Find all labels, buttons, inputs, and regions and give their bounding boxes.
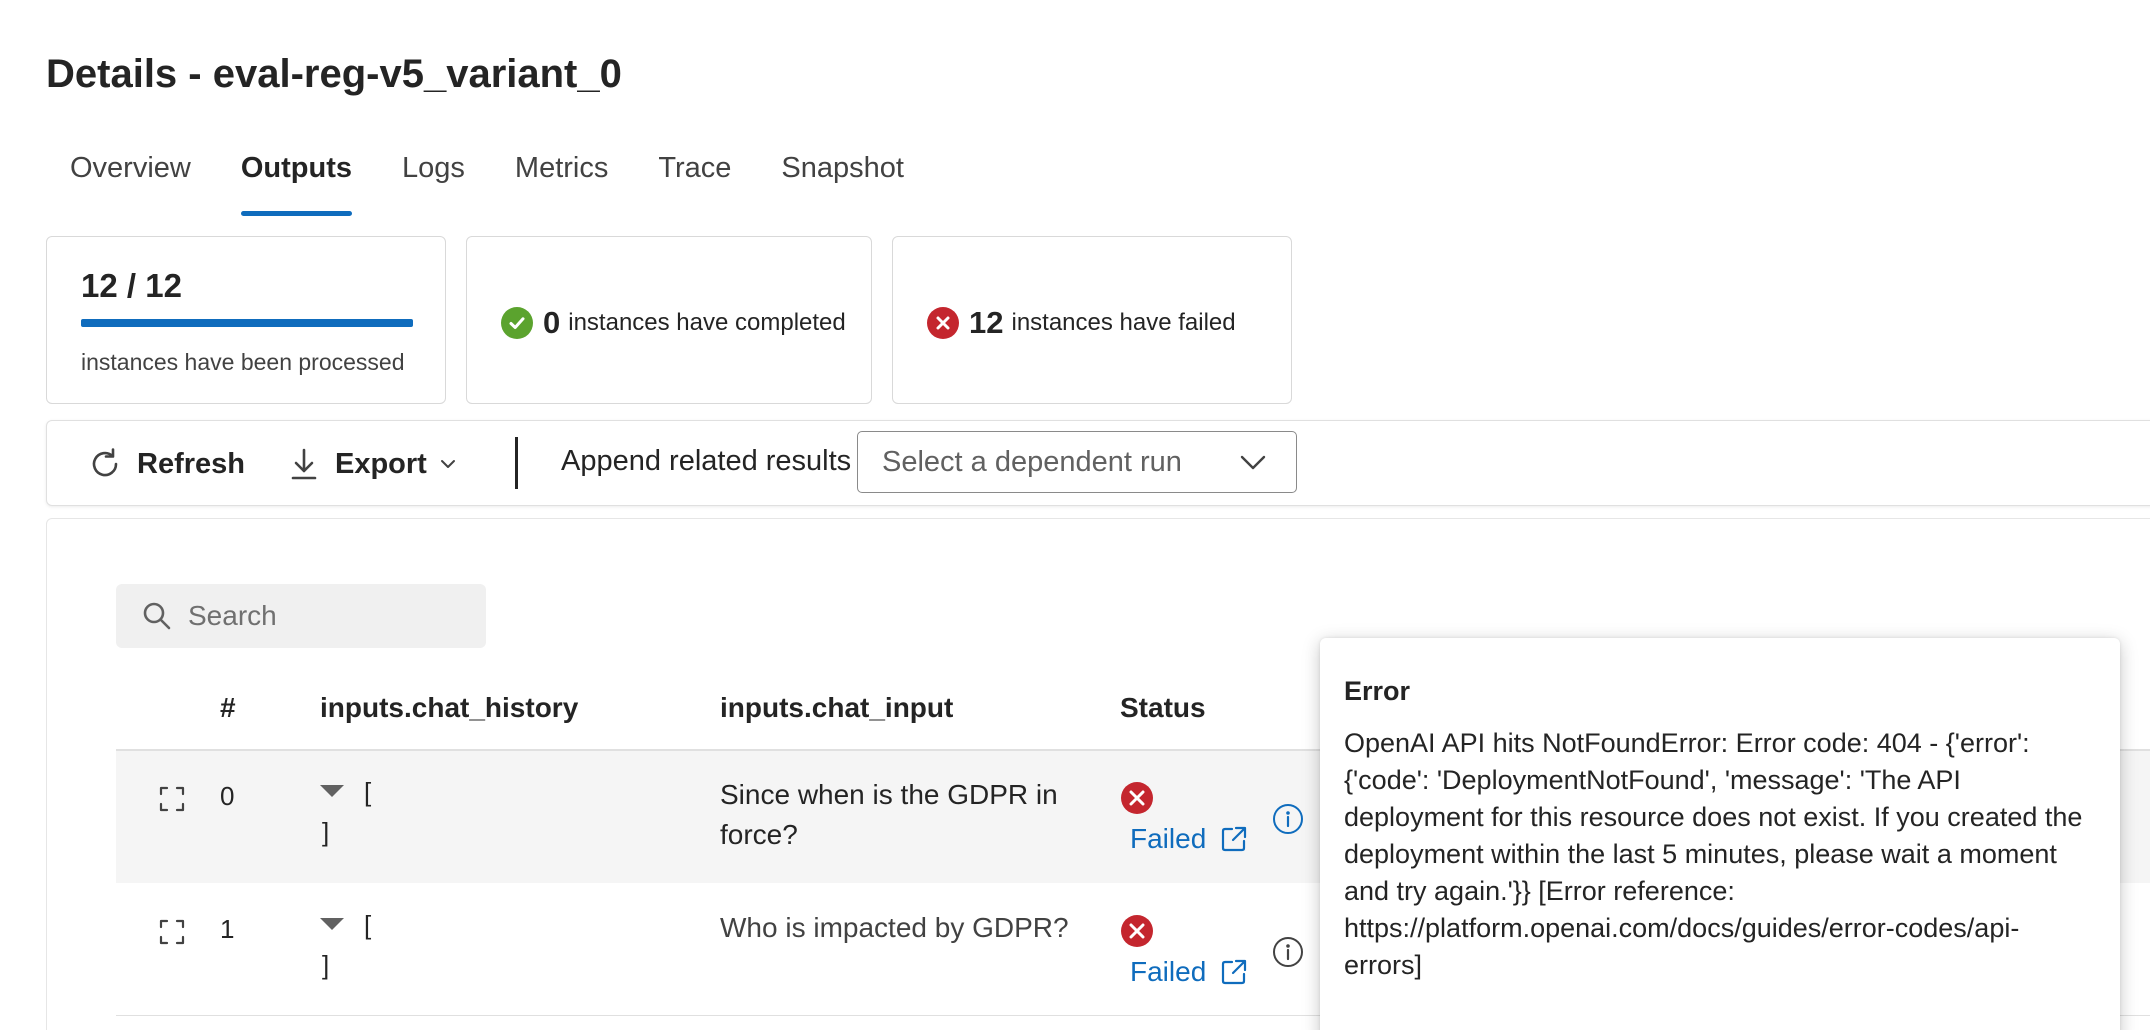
completed-label: instances have completed [568,309,846,336]
tab-snapshot[interactable]: Snapshot [781,152,904,216]
column-header-chat-history[interactable]: inputs.chat_history [320,692,578,724]
row-index: 1 [220,914,235,944]
tab-logs[interactable]: Logs [402,152,465,216]
download-icon [291,448,317,480]
tooltip-body: OpenAI API hits NotFoundError: Error cod… [1344,728,2083,980]
completed-count: 0 [543,305,561,340]
refresh-button[interactable]: Refresh [87,421,245,507]
column-header-index[interactable]: # [220,692,236,724]
chat-input-cell: Since when is the GDPR in force? [720,779,1058,850]
failed-link[interactable]: Failed [1130,823,1248,855]
tab-outputs[interactable]: Outputs [240,152,353,216]
chat-history-open: [ [364,910,372,940]
chat-history-close: ] [322,950,330,980]
processed-progress-bar [81,319,413,327]
open-external-icon [1222,826,1247,852]
tab-bar: Overview Outputs Logs Metrics Trace Snap… [70,152,954,216]
refresh-icon [92,448,118,477]
append-related-results-label: Append related results [561,445,852,477]
page-title: Details - eval-reg-v5_variant_0 [46,52,622,96]
search-input[interactable] [188,600,468,632]
status-label: Failed [1130,956,1207,987]
toolbar-divider [515,437,518,489]
expand-icon[interactable] [158,918,186,946]
failed-card: 12 instances have failed [892,236,1292,404]
caret-down-icon[interactable] [320,785,344,797]
column-header-chat-input[interactable]: inputs.chat_input [720,692,953,724]
failed-link[interactable]: Failed [1130,956,1248,988]
chevron-down-icon [440,460,455,468]
info-icon[interactable] [1272,936,1304,968]
processed-label: instances have been processed [81,349,405,375]
dependent-run-placeholder: Select a dependent run [882,445,1182,478]
processed-count: 12 / 12 [81,267,182,304]
expand-icon[interactable] [158,785,186,813]
processed-card: 12 / 12 instances have been processed [46,236,446,404]
tab-metrics[interactable]: Metrics [515,152,608,216]
chat-history-open: [ [364,777,372,807]
search-icon [143,602,171,630]
success-icon [501,307,533,339]
export-button[interactable]: Export [287,421,473,507]
chat-input-cell: Who is impacted by GDPR? [720,912,1069,943]
export-label: Export [335,447,427,480]
info-icon[interactable] [1272,803,1304,835]
column-header-status[interactable]: Status [1120,692,1206,724]
failed-label: instances have failed [1011,309,1236,336]
refresh-label: Refresh [137,447,245,480]
error-icon [1121,782,1153,814]
failed-count: 12 [969,305,1004,340]
chevron-down-icon [1240,455,1266,470]
completed-card: 0 instances have completed [466,236,872,404]
tab-overview[interactable]: Overview [70,152,191,216]
tab-trace[interactable]: Trace [658,152,731,216]
open-external-icon [1222,959,1247,985]
chat-history-close: ] [322,817,330,847]
caret-down-icon[interactable] [320,918,344,930]
dependent-run-dropdown[interactable]: Select a dependent run [857,431,1297,493]
status-label: Failed [1130,823,1207,854]
error-tooltip: Error OpenAI API hits NotFoundError: Err… [1320,638,2120,1030]
error-icon [927,307,959,339]
row-index: 0 [220,781,235,811]
search-box[interactable] [116,584,486,648]
error-icon [1121,915,1153,947]
toolbar: Refresh Export Append related results Se… [46,420,2150,506]
tooltip-title: Error [1344,676,1411,706]
